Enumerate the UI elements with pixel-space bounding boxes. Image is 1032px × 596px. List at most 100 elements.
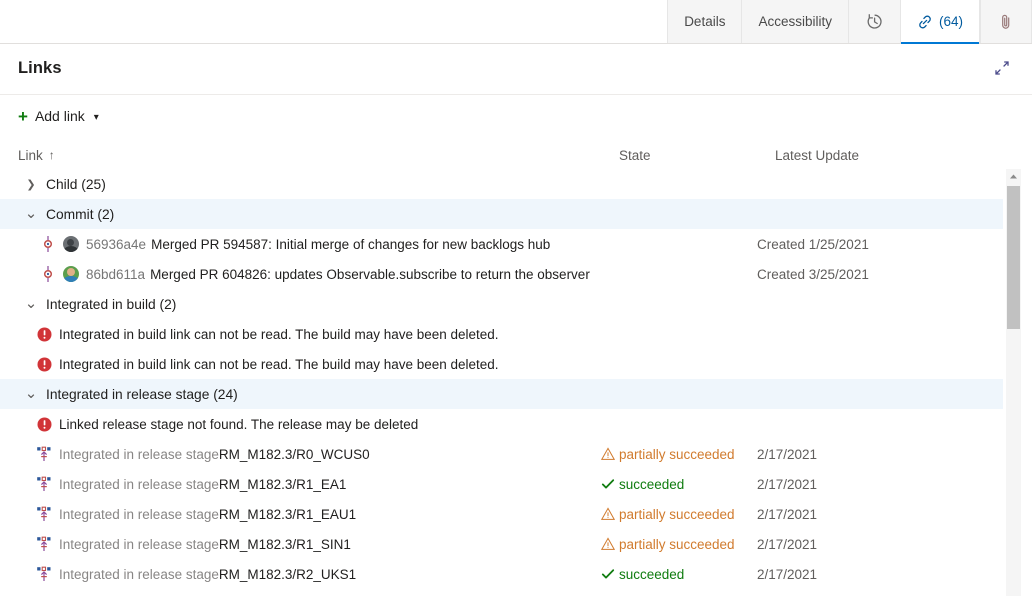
state-cell: partially succeeded: [601, 447, 757, 462]
link-cell: 56936a4e Merged PR 594587: Initial merge …: [0, 236, 601, 252]
check-icon: [601, 477, 615, 491]
link-error-message: Linked release stage not found. The rele…: [59, 417, 418, 432]
link-group-row[interactable]: ❯ Child (25): [0, 169, 1003, 199]
link-row[interactable]: Integrated in build link can not be read…: [0, 349, 1003, 379]
tab-attachments[interactable]: [980, 0, 1032, 43]
link-row[interactable]: Integrated in release stage RM_M182.3/R1…: [0, 499, 1003, 529]
release-stage-prefix: Integrated in release stage: [59, 477, 219, 492]
vertical-scrollbar[interactable]: [1006, 169, 1021, 596]
link-cell: ⌄Integrated in build (2): [0, 297, 601, 312]
latest-update-value: 2/17/2021: [757, 447, 817, 462]
link-row[interactable]: Integrated in release stage RM_M182.3/R0…: [0, 439, 1003, 469]
latest-update-cell: 2/17/2021: [757, 567, 1003, 582]
link-group-row[interactable]: ⌄Integrated in release stage (24): [0, 379, 1003, 409]
link-group-label: Child (25): [46, 177, 106, 192]
release-stage-name: RM_M182.3/R1_EAU1: [219, 507, 356, 522]
link-row[interactable]: Integrated in release stage RM_M182.3/R2…: [0, 559, 1003, 589]
chevron-down-icon: ▾: [94, 112, 99, 123]
link-cell: ❯ Child (25): [0, 177, 601, 192]
link-group-row[interactable]: ⌄ Commit (2): [0, 199, 1003, 229]
latest-update-cell: 2/17/2021: [757, 537, 1003, 552]
link-group-label: Commit (2): [46, 207, 114, 222]
link-row[interactable]: Integrated in release stage RM_M182.3/R2…: [0, 589, 1003, 596]
release-stage-name: RM_M182.3/R2_UKS1: [219, 567, 356, 582]
links-toolbar: + Add link ▾: [0, 95, 1032, 131]
column-header-link[interactable]: Link ↑: [18, 148, 619, 163]
tab-links-count: (64): [939, 14, 963, 29]
commit-hash: 56936a4e: [86, 237, 146, 252]
link-cell: Integrated in release stage RM_M182.3/R1…: [0, 506, 601, 522]
tab-history[interactable]: [848, 0, 900, 43]
add-link-button[interactable]: + Add link ▾: [18, 108, 99, 125]
release-stage-icon: [36, 446, 52, 462]
link-row[interactable]: 56936a4e Merged PR 594587: Initial merge …: [0, 229, 1003, 259]
latest-update-value: 2/17/2021: [757, 567, 817, 582]
link-row[interactable]: Integrated in build link can not be read…: [0, 319, 1003, 349]
avatar: [63, 266, 79, 282]
commit-hash: 86bd611a: [86, 267, 145, 282]
release-stage-prefix: Integrated in release stage: [59, 507, 219, 522]
latest-update-value: 2/17/2021: [757, 477, 817, 492]
expand-diagonal-icon[interactable]: [992, 58, 1012, 78]
paperclip-icon: [998, 13, 1014, 30]
link-cell: Integrated in release stage RM_M182.3/R2…: [0, 566, 601, 582]
status-badge: partially succeeded: [619, 537, 735, 552]
warning-triangle-icon: [601, 447, 615, 461]
link-cell: Integrated in build link can not be read…: [0, 356, 601, 372]
latest-update-value: Created 1/25/2021: [757, 237, 869, 252]
links-grid: ❯ Child (25) ⌄ Commit (2) 56936a4e Merged PR …: [0, 169, 1032, 596]
page-title: Links: [18, 59, 62, 78]
release-stage-prefix: Integrated in release stage: [59, 537, 219, 552]
release-stage-icon: [36, 536, 52, 552]
release-stage-icon: [36, 566, 52, 582]
chevron-down-icon[interactable]: ⌄: [22, 210, 40, 218]
release-stage-prefix: Integrated in release stage: [59, 447, 219, 462]
column-header-state-label: State: [619, 148, 651, 163]
link-row[interactable]: Integrated in release stage RM_M182.3/R1…: [0, 469, 1003, 499]
latest-update-cell: Created 3/25/2021: [757, 267, 1003, 282]
latest-update-cell: 2/17/2021: [757, 477, 1003, 492]
status-badge: partially succeeded: [619, 447, 735, 462]
chevron-down-icon[interactable]: ⌄: [22, 390, 40, 398]
tab-links[interactable]: (64): [900, 0, 980, 43]
add-link-label: Add link: [35, 108, 85, 124]
link-row[interactable]: 86bd611a Merged PR 604826: updates Observ…: [0, 259, 1003, 289]
scrollbar-thumb[interactable]: [1007, 186, 1020, 329]
commit-message: Merged PR 604826: updates Observable.sub…: [150, 267, 590, 282]
status-badge: partially succeeded: [619, 507, 735, 522]
links-section-header: Links: [0, 44, 1032, 80]
state-cell: succeeded: [601, 477, 757, 492]
git-commit-icon: [40, 266, 56, 282]
link-cell: ⌄Integrated in release stage (24): [0, 387, 601, 402]
link-icon: [917, 14, 933, 30]
column-header-state[interactable]: State: [619, 148, 775, 163]
link-cell: ⌄ Commit (2): [0, 207, 601, 222]
tab-details-label: Details: [684, 14, 725, 29]
release-stage-name: RM_M182.3/R1_EA1: [219, 477, 347, 492]
work-item-tab-strip: Details Accessibility (64): [0, 0, 1032, 44]
chevron-right-icon[interactable]: ❯: [22, 178, 40, 191]
release-stage-icon: [36, 506, 52, 522]
release-stage-prefix: Integrated in release stage: [59, 567, 219, 582]
tab-accessibility[interactable]: Accessibility: [741, 0, 848, 43]
column-headers: Link ↑ State Latest Update: [0, 141, 1032, 169]
scroll-up-arrow-icon[interactable]: [1006, 169, 1021, 184]
work-item-links-panel: Details Accessibility (64): [0, 0, 1032, 596]
latest-update-cell: 2/17/2021: [757, 507, 1003, 522]
status-badge: succeeded: [619, 567, 684, 582]
tab-details[interactable]: Details: [667, 0, 741, 43]
warning-triangle-icon: [601, 507, 615, 521]
link-cell: Linked release stage not found. The rele…: [0, 416, 601, 432]
link-group-row[interactable]: ⌄Integrated in build (2): [0, 289, 1003, 319]
chevron-down-icon[interactable]: ⌄: [22, 300, 40, 308]
tab-accessibility-label: Accessibility: [758, 14, 832, 29]
link-row[interactable]: Integrated in release stage RM_M182.3/R1…: [0, 529, 1003, 559]
column-header-latest-update[interactable]: Latest Update: [775, 148, 1032, 163]
plus-icon: +: [18, 108, 28, 125]
state-cell: partially succeeded: [601, 507, 757, 522]
link-row[interactable]: Linked release stage not found. The rele…: [0, 409, 1003, 439]
commit-message: Merged PR 594587: Initial merge of chang…: [151, 237, 550, 252]
git-commit-icon: [40, 236, 56, 252]
status-badge: succeeded: [619, 477, 684, 492]
column-header-latest-update-label: Latest Update: [775, 148, 859, 163]
